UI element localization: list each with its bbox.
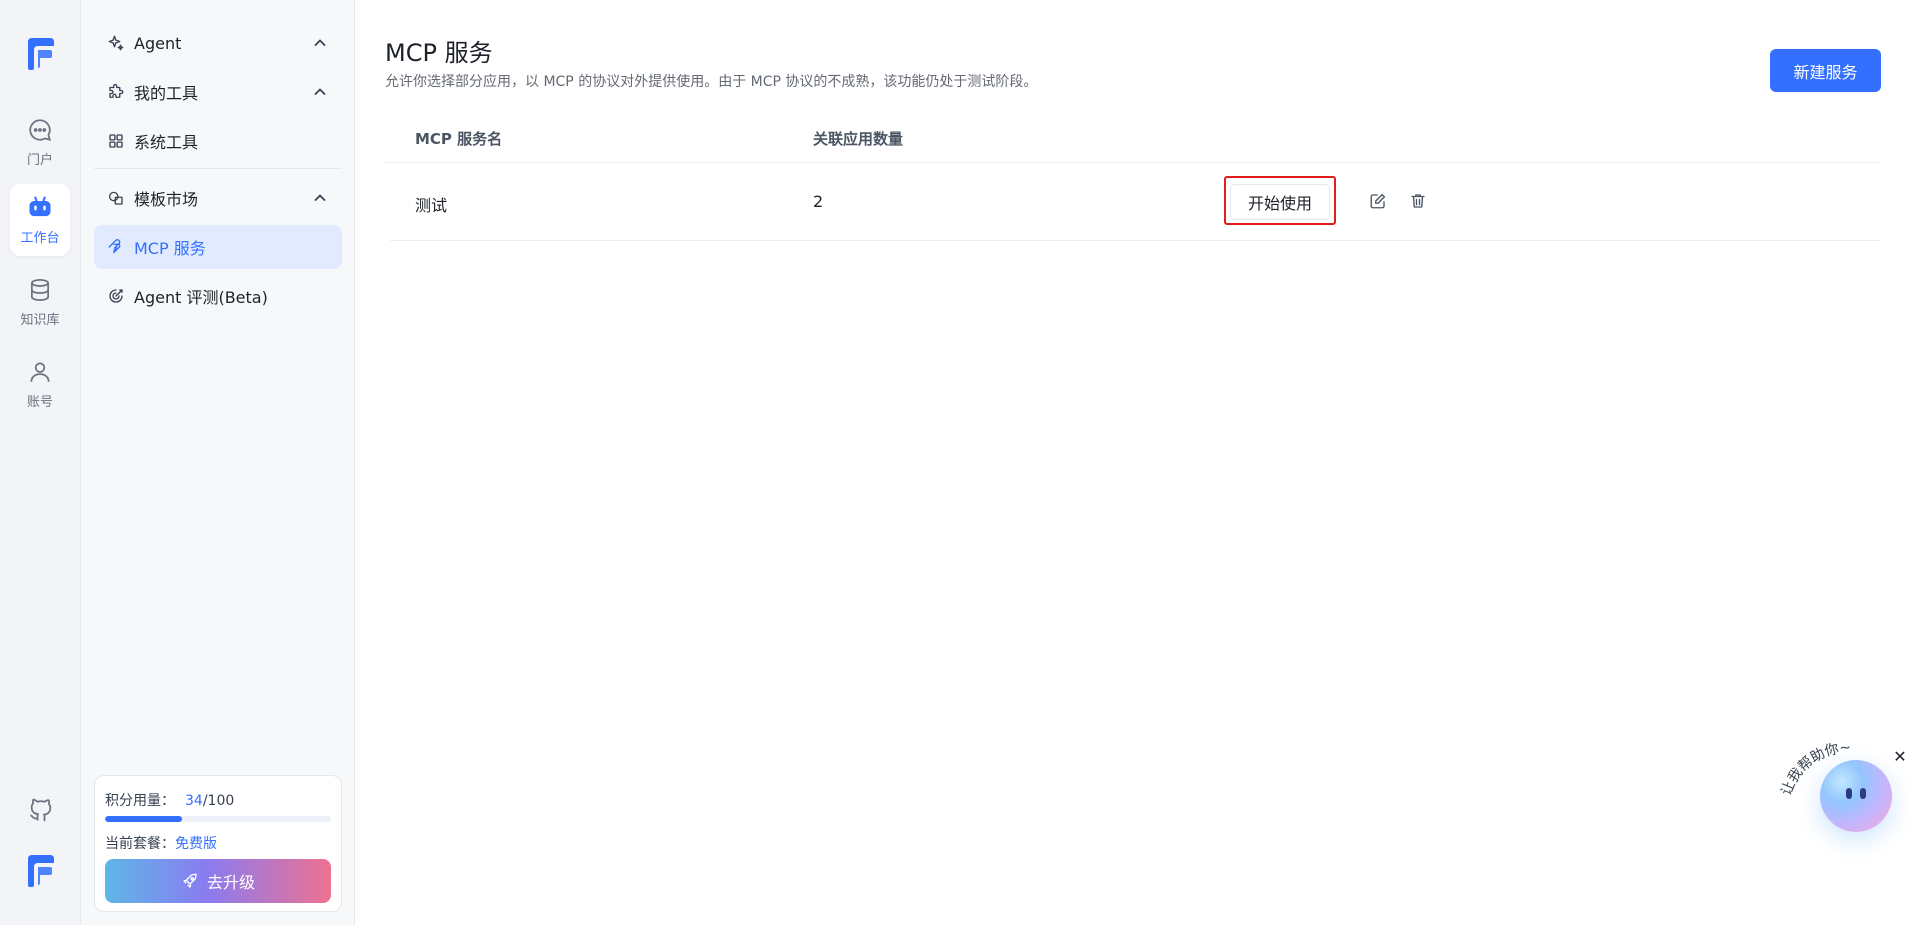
grid-icon: [106, 131, 126, 151]
close-icon[interactable]: ✕: [1892, 749, 1908, 765]
assistant-avatar[interactable]: [1820, 760, 1892, 832]
icon-rail: 门户 工作台 知识库 账号: [0, 0, 81, 925]
rail-item-portal[interactable]: 门户: [10, 106, 70, 178]
rail-item-account[interactable]: 账号: [10, 348, 70, 420]
sidebar-item-my-tools[interactable]: 我的工具: [94, 70, 342, 114]
sidebar-item-system-tools[interactable]: 系统工具: [94, 119, 342, 163]
quota-used: 34: [185, 793, 203, 809]
plan-value: 免费版: [175, 836, 217, 852]
table-header-divider: [385, 162, 1880, 163]
sidebar-item-agent-eval[interactable]: Agent 评测(Beta): [94, 274, 342, 318]
page-title: MCP 服务: [385, 39, 493, 67]
quota-progress-fill: [105, 816, 182, 822]
rail-item-label: 工作台: [20, 231, 60, 246]
table-row-divider: [390, 240, 1880, 241]
footer-logo: [24, 853, 56, 889]
new-service-button[interactable]: 新建服务: [1770, 49, 1881, 92]
rail-item-label: 账号: [26, 395, 53, 410]
app-count-cell: 2: [813, 192, 824, 211]
robot-icon: [26, 194, 54, 222]
sidebar-item-label: MCP 服务: [134, 239, 206, 258]
target-icon: [106, 286, 126, 306]
mcp-icon: [106, 237, 126, 257]
upgrade-button[interactable]: 去升级: [105, 859, 331, 903]
database-icon: [26, 276, 54, 304]
quota-progress-bar: [105, 816, 331, 822]
puzzle-icon: [106, 82, 126, 102]
quota-label: 积分用量：: [105, 793, 175, 809]
sparkle-icon: [106, 33, 126, 53]
sidebar-item-label: 模板市场: [134, 190, 199, 209]
rail-item-knowledge[interactable]: 知识库: [10, 266, 70, 338]
quota-card: 积分用量： 34/100 当前套餐：免费版 去升级: [94, 775, 342, 912]
app-logo[interactable]: [24, 36, 56, 72]
floating-assistant[interactable]: hi，让我帮助你~ ✕: [1770, 715, 1910, 865]
upgrade-label: 去升级: [206, 873, 255, 892]
rail-item-label: 知识库: [20, 313, 60, 328]
quota-usage: 积分用量： 34/100: [105, 790, 234, 810]
secondary-sidebar: Agent 我的工具 系统工具 模板市场 MCP 服务 Agent 评测(Bet…: [81, 0, 355, 925]
chevron-up-icon[interactable]: [312, 35, 328, 51]
sidebar-item-label: Agent: [134, 33, 182, 53]
start-using-button[interactable]: 开始使用: [1230, 184, 1330, 220]
sidebar-divider: [94, 168, 342, 169]
plan-label: 当前套餐：: [105, 836, 175, 852]
sidebar-item-template-market[interactable]: 模板市场: [94, 176, 342, 220]
sidebar-item-label: 我的工具: [134, 84, 199, 103]
rocket-icon: [183, 873, 197, 888]
chat-icon: [26, 116, 54, 144]
column-header-app-count: 关联应用数量: [813, 130, 904, 148]
sidebar-item-agent[interactable]: Agent: [94, 21, 342, 65]
delete-icon[interactable]: [1408, 191, 1428, 211]
plan-info: 当前套餐：免费版: [105, 833, 217, 853]
sidebar-item-mcp-service[interactable]: MCP 服务: [94, 225, 342, 269]
sidebar-item-label: Agent 评测(Beta): [134, 288, 268, 307]
quota-total: /100: [202, 793, 235, 809]
page-subtitle: 允许你选择部分应用，以 MCP 的协议对外提供使用。由于 MCP 协议的不成熟，…: [385, 74, 1038, 90]
shapes-icon: [106, 188, 126, 208]
rail-item-label: 门户: [26, 153, 53, 168]
main-content: MCP 服务 允许你选择部分应用，以 MCP 的协议对外提供使用。由于 MCP …: [355, 0, 1910, 925]
column-header-name: MCP 服务名: [415, 130, 503, 148]
chevron-up-icon[interactable]: [312, 190, 328, 206]
edit-icon[interactable]: [1368, 191, 1388, 211]
sidebar-item-label: 系统工具: [134, 133, 199, 152]
service-name-cell: 测试: [415, 196, 448, 215]
rail-item-workbench[interactable]: 工作台: [10, 184, 70, 256]
user-icon: [26, 358, 54, 386]
chevron-up-icon[interactable]: [312, 84, 328, 100]
github-icon[interactable]: [27, 796, 55, 824]
